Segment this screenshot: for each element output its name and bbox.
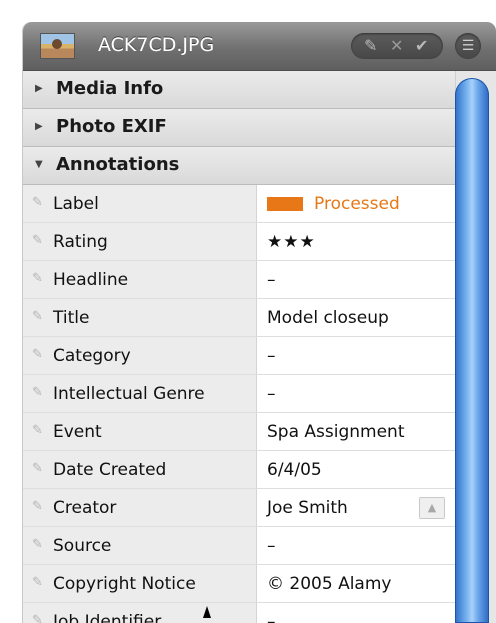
- mouse-pointer-icon: [203, 606, 211, 618]
- field-value-cell[interactable]: –: [257, 603, 455, 623]
- section-media-info[interactable]: ▶ Media Info: [23, 71, 455, 109]
- field-value: –: [267, 612, 276, 623]
- section-annotations[interactable]: ▼ Annotations: [23, 147, 455, 185]
- pencil-icon: ✎: [32, 423, 43, 438]
- field-row-copyright-notice[interactable]: ✎ Copyright Notice © 2005 Alamy: [23, 565, 455, 603]
- field-row-intellectual-genre[interactable]: ✎ Intellectual Genre –: [23, 375, 455, 413]
- field-value-cell[interactable]: –: [257, 261, 455, 298]
- field-name: Job Identifier: [53, 612, 162, 623]
- field-name: Headline: [53, 270, 129, 290]
- section-label: Annotations: [56, 154, 180, 175]
- field-value-cell[interactable]: © 2005 Alamy: [257, 565, 455, 602]
- field-value: 6/4/05: [267, 460, 322, 480]
- field-name: Source: [53, 536, 112, 556]
- pencil-icon: ✎: [32, 347, 43, 362]
- pencil-icon: ✎: [32, 575, 43, 590]
- inspector-title-bar: ACK7CD.JPG ✎ ✕ ✔ ☰: [23, 22, 496, 71]
- pencil-icon: ✎: [32, 233, 43, 248]
- section-photo-exif[interactable]: ▶ Photo EXIF: [23, 109, 455, 147]
- disclosure-right-icon[interactable]: ▶: [35, 121, 43, 132]
- field-row-headline[interactable]: ✎ Headline –: [23, 261, 455, 299]
- field-value-cell[interactable]: Joe Smith ▲: [257, 489, 455, 526]
- field-value: –: [267, 536, 276, 556]
- field-name: Rating: [53, 232, 108, 252]
- pencil-icon: ✎: [32, 499, 43, 514]
- field-value-cell[interactable]: –: [257, 527, 455, 564]
- x-icon[interactable]: ✕: [390, 36, 403, 55]
- field-name-cell: ✎ Category: [23, 337, 257, 374]
- contact-card-icon[interactable]: ▲: [419, 497, 445, 519]
- field-row-job-identifier[interactable]: ✎ Job Identifier –: [23, 603, 455, 623]
- field-name: Date Created: [53, 460, 167, 480]
- edit-tools-group: ✎ ✕ ✔: [351, 33, 443, 59]
- section-label: Media Info: [56, 78, 164, 99]
- field-name-cell: ✎ Copyright Notice: [23, 565, 257, 602]
- field-value-cell[interactable]: –: [257, 337, 455, 374]
- field-value: Spa Assignment: [267, 422, 405, 442]
- field-name: Intellectual Genre: [53, 384, 205, 404]
- field-name-cell: ✎ Intellectual Genre: [23, 375, 257, 412]
- field-name-cell: ✎ Rating: [23, 223, 257, 260]
- field-name-cell: ✎ Date Created: [23, 451, 257, 488]
- pencil-icon: ✎: [32, 195, 43, 210]
- field-row-category[interactable]: ✎ Category –: [23, 337, 455, 375]
- photo-thumbnail-icon[interactable]: [40, 33, 75, 59]
- metadata-list: ▶ Media Info ▶ Photo EXIF ▼ Annotations …: [23, 71, 455, 623]
- field-name: Label: [53, 194, 99, 214]
- field-name: Creator: [53, 498, 117, 518]
- field-name-cell: ✎ Job Identifier: [23, 603, 257, 623]
- checkmark-icon[interactable]: ✔: [415, 36, 428, 55]
- field-name: Category: [53, 346, 131, 366]
- field-value-cell[interactable]: Model closeup: [257, 299, 455, 336]
- list-icon[interactable]: ☰: [455, 33, 481, 59]
- metadata-inspector-panel: ACK7CD.JPG ✎ ✕ ✔ ☰ ▶ Media Info ▶ Photo …: [23, 22, 496, 623]
- field-name-cell: ✎ Event: [23, 413, 257, 450]
- field-row-rating[interactable]: ✎ Rating ★★★: [23, 223, 455, 261]
- pencil-icon[interactable]: ✎: [364, 36, 377, 55]
- pencil-icon: ✎: [32, 613, 43, 623]
- field-value: Model closeup: [267, 308, 389, 328]
- field-value: –: [267, 270, 276, 290]
- pencil-icon: ✎: [32, 461, 43, 476]
- field-name-cell: ✎ Source: [23, 527, 257, 564]
- star-rating[interactable]: ★★★: [267, 232, 316, 252]
- pencil-icon: ✎: [32, 271, 43, 286]
- field-value-cell[interactable]: Processed: [257, 185, 455, 222]
- field-name: Copyright Notice: [53, 574, 196, 594]
- field-value-cell[interactable]: ★★★: [257, 223, 455, 260]
- file-name: ACK7CD.JPG: [98, 34, 215, 56]
- pencil-icon: ✎: [32, 537, 43, 552]
- field-row-source[interactable]: ✎ Source –: [23, 527, 455, 565]
- field-value: © 2005 Alamy: [267, 574, 392, 594]
- field-name: Title: [53, 308, 90, 328]
- field-value: Processed: [314, 194, 400, 214]
- disclosure-down-icon[interactable]: ▼: [35, 159, 43, 170]
- field-value-cell[interactable]: Spa Assignment: [257, 413, 455, 450]
- section-label: Photo EXIF: [56, 116, 167, 137]
- field-row-date-created[interactable]: ✎ Date Created 6/4/05: [23, 451, 455, 489]
- field-row-label[interactable]: ✎ Label Processed: [23, 185, 455, 223]
- field-value: Joe Smith: [267, 498, 348, 518]
- scrollbar-thumb[interactable]: [455, 78, 489, 623]
- color-label-swatch: [267, 197, 303, 211]
- field-name-cell: ✎ Label: [23, 185, 257, 222]
- field-value: –: [267, 346, 276, 366]
- field-name-cell: ✎ Creator: [23, 489, 257, 526]
- pencil-icon: ✎: [32, 385, 43, 400]
- pencil-icon: ✎: [32, 309, 43, 324]
- field-row-title[interactable]: ✎ Title Model closeup: [23, 299, 455, 337]
- field-value-cell[interactable]: 6/4/05: [257, 451, 455, 488]
- field-name: Event: [53, 422, 102, 442]
- field-value: –: [267, 384, 276, 404]
- field-row-event[interactable]: ✎ Event Spa Assignment: [23, 413, 455, 451]
- field-name-cell: ✎ Title: [23, 299, 257, 336]
- field-name-cell: ✎ Headline: [23, 261, 257, 298]
- field-row-creator[interactable]: ✎ Creator Joe Smith ▲: [23, 489, 455, 527]
- field-value-cell[interactable]: –: [257, 375, 455, 412]
- disclosure-right-icon[interactable]: ▶: [35, 83, 43, 94]
